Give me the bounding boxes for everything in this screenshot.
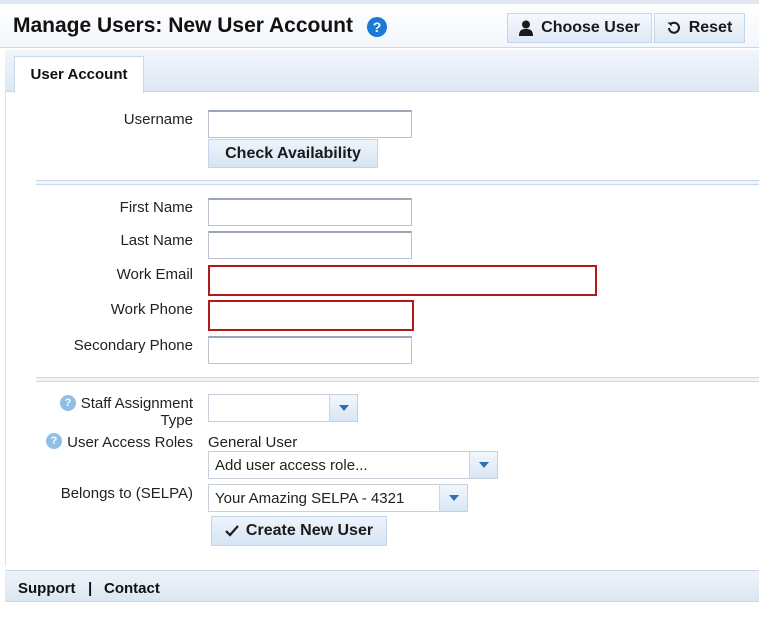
checkmark-icon bbox=[225, 525, 239, 537]
help-icon[interactable]: ? bbox=[60, 395, 76, 411]
tab-user-account[interactable]: User Account bbox=[14, 56, 144, 93]
staff-assignment-label-cont: Type bbox=[160, 412, 193, 429]
belongs-to-select[interactable]: Your Amazing SELPA - 4321 bbox=[208, 484, 468, 512]
footer-separator: | bbox=[88, 580, 93, 597]
username-input[interactable] bbox=[208, 110, 412, 138]
create-new-user-label: Create New User bbox=[245, 522, 374, 539]
reset-icon bbox=[667, 21, 680, 34]
chevron-down-icon[interactable] bbox=[469, 452, 497, 478]
current-role-text: General User bbox=[208, 434, 298, 451]
header-top-strip bbox=[0, 0, 759, 4]
work-email-label: Work Email bbox=[116, 266, 193, 283]
secondary-phone-input[interactable] bbox=[208, 336, 412, 364]
last-name-input[interactable] bbox=[208, 231, 412, 259]
section-divider bbox=[36, 180, 759, 185]
user-icon bbox=[519, 20, 534, 36]
footer: Support | Contact bbox=[5, 570, 759, 602]
check-availability-button[interactable]: Check Availability bbox=[208, 139, 378, 168]
work-phone-label: Work Phone bbox=[110, 301, 193, 318]
page-header: Manage Users: New User Account ? Choose … bbox=[0, 0, 759, 48]
section-divider bbox=[36, 377, 759, 382]
choose-user-label: Choose User bbox=[541, 19, 640, 36]
reset-label: Reset bbox=[688, 19, 733, 36]
reset-button[interactable]: Reset bbox=[654, 13, 745, 43]
contact-link[interactable]: Contact bbox=[104, 580, 160, 597]
choose-user-button[interactable]: Choose User bbox=[507, 13, 652, 43]
staff-assignment-type-select[interactable] bbox=[208, 394, 358, 422]
tab-bar: User Account bbox=[5, 50, 759, 93]
help-icon[interactable]: ? bbox=[46, 433, 62, 449]
work-email-input[interactable] bbox=[208, 265, 597, 296]
support-link[interactable]: Support bbox=[18, 580, 76, 597]
add-role-select[interactable]: Add user access role... bbox=[208, 451, 498, 479]
username-label: Username bbox=[123, 111, 193, 128]
chevron-down-icon[interactable] bbox=[329, 395, 357, 421]
page-title: Manage Users: New User Account bbox=[13, 14, 353, 37]
staff-assignment-label: Staff Assignment bbox=[80, 395, 193, 412]
first-name-label: First Name bbox=[119, 199, 193, 216]
last-name-label: Last Name bbox=[120, 232, 193, 249]
secondary-phone-label: Secondary Phone bbox=[73, 337, 193, 354]
belongs-to-value: Your Amazing SELPA - 4321 bbox=[215, 490, 405, 507]
work-phone-input[interactable] bbox=[208, 300, 414, 331]
help-icon[interactable]: ? bbox=[367, 17, 387, 37]
first-name-input[interactable] bbox=[208, 198, 412, 226]
add-role-placeholder: Add user access role... bbox=[215, 457, 368, 474]
belongs-to-label: Belongs to (SELPA) bbox=[60, 485, 193, 502]
create-new-user-button[interactable]: Create New User bbox=[211, 516, 387, 546]
chevron-down-icon[interactable] bbox=[439, 485, 467, 511]
user-access-roles-label: User Access Roles bbox=[67, 434, 193, 451]
